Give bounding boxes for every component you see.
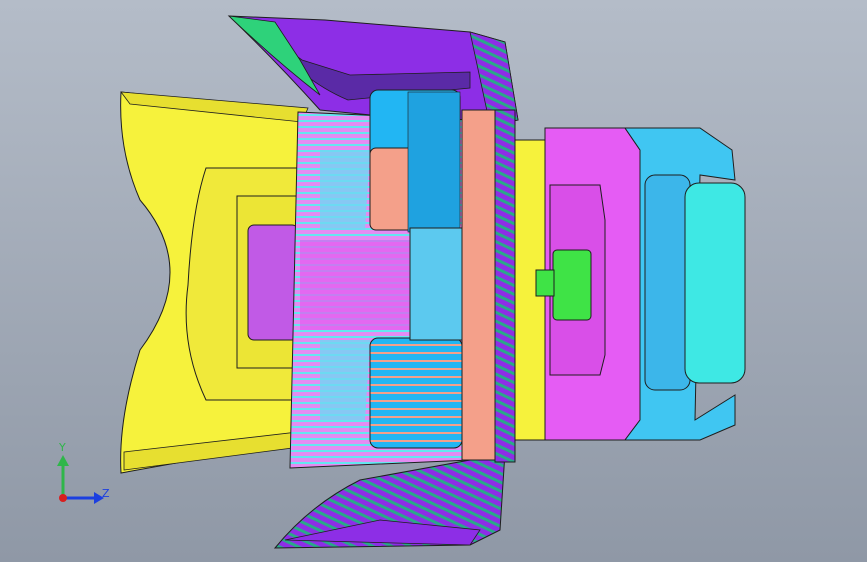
coordinate-triad <box>57 455 104 504</box>
y-axis-label: Y <box>59 441 66 454</box>
magenta-cover[interactable] <box>535 127 641 441</box>
cyan-end-cap[interactable] <box>624 127 746 441</box>
z-axis-label: Z <box>102 487 110 500</box>
upper-disc[interactable] <box>369 89 461 233</box>
yellow-rear-part[interactable] <box>120 91 309 474</box>
triad-origin <box>59 494 67 502</box>
lower-disc[interactable] <box>369 337 463 449</box>
model-canvas[interactable] <box>0 0 867 562</box>
cad-viewport[interactable]: Y Z <box>0 0 867 562</box>
y-axis-arrowhead <box>57 455 69 466</box>
